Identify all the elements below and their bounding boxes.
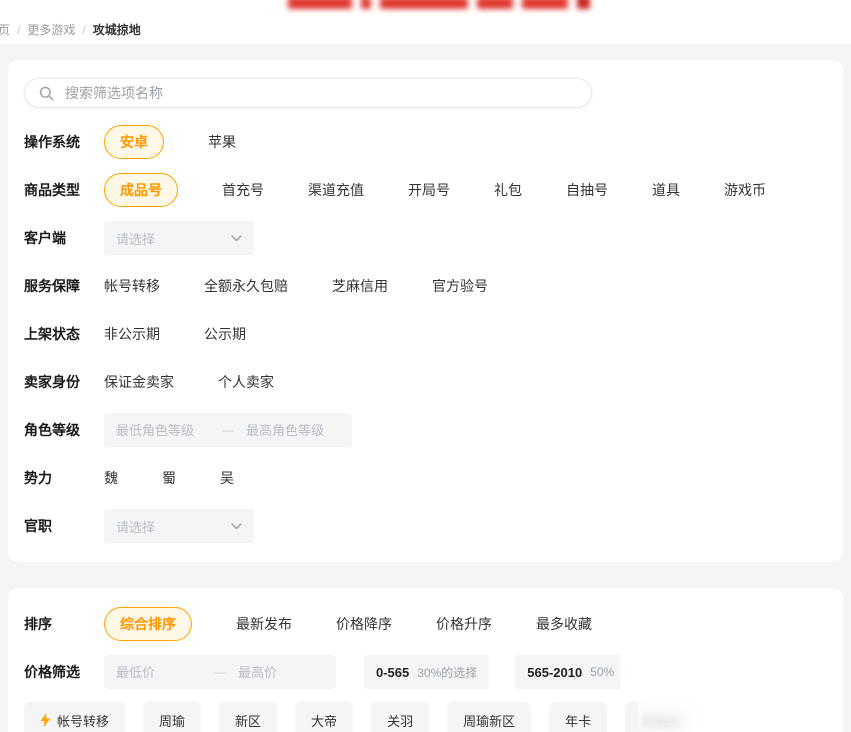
- filter-option[interactable]: 全额永久包赔: [204, 276, 288, 296]
- price-range: —: [104, 655, 336, 689]
- blur-patch: [638, 696, 783, 732]
- filter-row-guarantee: 服务保障 帐号转移 全额永久包赔 芝麻信用 官方验号: [16, 262, 835, 310]
- filter-option[interactable]: 道具: [652, 180, 680, 200]
- filter-row-role-level: 角色等级 —: [16, 406, 835, 454]
- filter-label: 服务保障: [24, 278, 80, 294]
- tag-label: 周瑜新区: [463, 713, 516, 729]
- filter-label: 客户端: [24, 230, 66, 246]
- client-select[interactable]: 请选择: [104, 221, 254, 255]
- sort-option-price-asc[interactable]: 价格升序: [436, 614, 492, 634]
- filter-label: 角色等级: [24, 422, 80, 438]
- filter-label: 卖家身份: [24, 374, 80, 390]
- search-input[interactable]: [63, 84, 577, 102]
- filter-option[interactable]: 保证金卖家: [104, 372, 174, 392]
- breadcrumb-current-game: 攻城掠地: [92, 23, 141, 37]
- filter-label: 商品类型: [24, 182, 80, 198]
- filter-option[interactable]: 官方验号: [432, 276, 488, 296]
- official-rank-select[interactable]: 请选择: [104, 509, 254, 543]
- max-level-input[interactable]: [234, 422, 352, 438]
- breadcrumb: 首页 / 更多游戏 / 攻城掠地: [0, 21, 141, 38]
- filter-option-shu[interactable]: 蜀: [162, 468, 176, 488]
- tag-label: 帐号转移: [57, 713, 110, 729]
- tag-label: 新区: [235, 713, 262, 729]
- filter-option[interactable]: 渠道充值: [308, 180, 364, 200]
- filter-option[interactable]: 游戏币: [724, 180, 766, 200]
- tag-item[interactable]: 关羽: [371, 702, 430, 732]
- filter-option[interactable]: 非公示期: [104, 324, 160, 344]
- min-level-input[interactable]: [104, 422, 222, 438]
- tag-item[interactable]: 年卡: [549, 702, 608, 732]
- filter-option-wu[interactable]: 吴: [220, 468, 234, 488]
- filter-option[interactable]: 自抽号: [566, 180, 608, 200]
- role-level-range: —: [104, 413, 352, 447]
- price-quick-mid[interactable]: 565-2010 50%: [515, 655, 627, 689]
- price-quick-range: 565-2010: [527, 664, 583, 680]
- lightning-icon: [40, 713, 51, 727]
- breadcrumb-separator: /: [82, 22, 86, 37]
- filter-option-android[interactable]: 安卓: [104, 125, 164, 159]
- filter-row-official-rank: 官职 请选择: [16, 502, 835, 550]
- filter-row-listing-status: 上架状态 非公示期 公示期: [16, 310, 835, 358]
- range-dash: —: [214, 665, 226, 679]
- tag-item[interactable]: 新区: [219, 702, 278, 732]
- filter-label: 上架状态: [24, 326, 80, 342]
- select-placeholder: 请选择: [116, 519, 156, 535]
- min-price-input[interactable]: [104, 664, 214, 680]
- filter-option[interactable]: 首充号: [222, 180, 264, 200]
- max-price-input[interactable]: [226, 664, 336, 680]
- filter-option-apple[interactable]: 苹果: [208, 132, 236, 152]
- filter-option[interactable]: 公示期: [204, 324, 246, 344]
- sort-option-most-favorited[interactable]: 最多收藏: [536, 614, 592, 634]
- breadcrumb-home[interactable]: 首页: [0, 21, 10, 38]
- price-quick-range: 0-565: [376, 664, 410, 680]
- filter-panel: 操作系统 安卓 苹果 商品类型 成品号 首充号 渠道充值 开局号 礼包 自抽号 …: [8, 60, 843, 562]
- blur-patch: [620, 650, 735, 692]
- select-placeholder: 请选择: [116, 231, 156, 247]
- sort-option-comprehensive[interactable]: 综合排序: [104, 607, 192, 641]
- breadcrumb-separator: /: [17, 22, 21, 37]
- tag-label: 大帝: [311, 713, 338, 729]
- filter-row-seller-identity: 卖家身份 保证金卖家 个人卖家: [16, 358, 835, 406]
- search-box[interactable]: [24, 78, 592, 108]
- tag-item[interactable]: 周瑜新区: [447, 702, 532, 732]
- price-filter-label: 价格筛选: [24, 664, 80, 680]
- tag-item[interactable]: 大帝: [295, 702, 354, 732]
- filter-row-client: 客户端 请选择: [16, 214, 835, 262]
- filter-option[interactable]: 开局号: [408, 180, 450, 200]
- tag-label: 周瑜: [159, 713, 186, 729]
- filter-option[interactable]: 帐号转移: [104, 276, 160, 296]
- filter-option[interactable]: 成品号: [104, 173, 178, 207]
- tag-account-transfer[interactable]: 帐号转移: [24, 702, 126, 732]
- sort-option-price-desc[interactable]: 价格降序: [336, 614, 392, 634]
- filter-option[interactable]: 芝麻信用: [332, 276, 388, 296]
- filter-label: 势力: [24, 470, 52, 486]
- blurred-banner: [288, 0, 590, 9]
- price-quick-options: 0-565 30%的选择 565-2010 50%: [364, 655, 627, 689]
- filter-row-faction: 势力 魏 蜀 吴: [16, 454, 835, 502]
- filter-label: 官职: [24, 518, 52, 534]
- tag-label: 年卡: [565, 713, 592, 729]
- sort-option-newest[interactable]: 最新发布: [236, 614, 292, 634]
- price-quick-low[interactable]: 0-565 30%的选择: [364, 655, 490, 689]
- price-quick-note: 30%的选择: [417, 665, 478, 680]
- filter-row-os: 操作系统 安卓 苹果: [16, 118, 835, 166]
- range-dash: —: [222, 423, 234, 437]
- page: 首页 / 更多游戏 / 攻城掠地 操作系统 安卓 苹果 商品类型 成品号 首充号: [0, 0, 851, 732]
- filter-option[interactable]: 礼包: [494, 180, 522, 200]
- chevron-down-icon: [231, 522, 242, 530]
- search-icon: [39, 86, 54, 101]
- tag-label: 关羽: [387, 713, 414, 729]
- tag-item[interactable]: 周瑜: [143, 702, 202, 732]
- filter-row-product-type: 商品类型 成品号 首充号 渠道充值 开局号 礼包 自抽号 道具 游戏币: [16, 166, 835, 214]
- filter-label: 操作系统: [24, 134, 80, 150]
- price-quick-note: 50%: [590, 665, 615, 679]
- breadcrumb-more-games[interactable]: 更多游戏: [27, 21, 75, 38]
- sort-label: 排序: [24, 616, 52, 632]
- sort-row: 排序 综合排序 最新发布 价格降序 价格升序 最多收藏: [16, 600, 835, 648]
- filter-option-wei[interactable]: 魏: [104, 468, 118, 488]
- chevron-down-icon: [231, 234, 242, 242]
- filter-option[interactable]: 个人卖家: [218, 372, 274, 392]
